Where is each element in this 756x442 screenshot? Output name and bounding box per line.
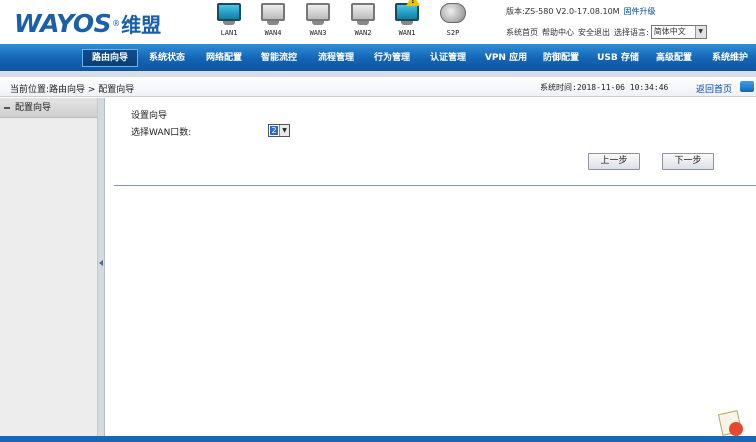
language-select[interactable]: 简体中文 ▼ <box>650 25 707 39</box>
port-wan3[interactable]: WAN3 <box>303 3 333 39</box>
port-label: WAN1 <box>398 29 416 37</box>
nav-item-auth-mgmt[interactable]: 认证管理 <box>422 50 474 66</box>
port-label: WAN4 <box>264 29 282 37</box>
wizard-title: 设置向导 <box>131 111 168 121</box>
port-label: S2P <box>446 29 460 37</box>
wan-count-select[interactable]: 2 ▼ <box>268 124 290 137</box>
s2p-icon <box>440 3 466 23</box>
version-line: 版本:ZS-580 V2.0-17.08.10M 固件升级 <box>506 6 656 17</box>
logout-link[interactable]: 安全退出 <box>578 27 610 38</box>
main-nav: 路由向导 系统状态 网络配置 智能流控 流程管理 行为管理 认证管理 VPN 应… <box>0 44 756 71</box>
wayos-logo: WAYOS ® 维盟 <box>14 8 161 38</box>
next-step-button[interactable]: 下一步 <box>662 153 714 170</box>
wan-count-label: 选择WAN口数: <box>131 128 192 138</box>
sidebar-item-config-wizard[interactable]: 配置向导 <box>0 98 97 118</box>
logo-reg-mark: ® <box>112 18 121 28</box>
language-selected-value: 简体中文 <box>653 27 686 36</box>
firmware-version: 版本:ZS-580 V2.0-17.08.10M <box>506 7 620 16</box>
main-content: 设置向导 选择WAN口数: 2 ▼ 上一步 下一步 <box>106 98 756 436</box>
nav-item-smart-flow[interactable]: 智能流控 <box>254 50 304 66</box>
divider <box>114 185 756 186</box>
monitor-icon <box>351 3 375 21</box>
breadcrumb-bar: 当前位置:路由向导 > 配置向导 系统时间:2018-11-06 10:34:4… <box>0 77 756 97</box>
prev-step-button[interactable]: 上一步 <box>588 153 640 170</box>
port-wan2[interactable]: WAN2 <box>348 3 378 39</box>
nav-item-route-wizard[interactable]: 路由向导 <box>82 49 138 67</box>
port-wan4[interactable]: WAN4 <box>258 3 288 39</box>
back-home-icon[interactable] <box>740 81 754 92</box>
port-lan1[interactable]: LAN1 <box>214 3 244 39</box>
nav-item-system-maintenance[interactable]: 系统维护 <box>704 50 756 66</box>
nav-item-network-config[interactable]: 网络配置 <box>198 50 250 66</box>
port-label: LAN1 <box>220 29 238 37</box>
chevron-down-icon: ▼ <box>279 125 289 136</box>
collapse-arrow-icon[interactable] <box>99 260 103 266</box>
wan-count-value: 2 <box>270 126 278 135</box>
header: WAYOS ® 维盟 LAN1 WAN4 WAN3 WAN2 ! WAN1 S2P … <box>0 0 756 44</box>
nav-item-behavior-mgmt[interactable]: 行为管理 <box>366 50 418 66</box>
help-center-link[interactable]: 帮助中心 <box>542 27 574 38</box>
system-time: 系统时间:2018-11-06 10:34:46 <box>540 83 669 92</box>
nav-item-vpn[interactable]: VPN 应用 <box>478 50 534 66</box>
nav-item-usb-storage[interactable]: USB 存储 <box>590 50 646 66</box>
monitor-icon: ! <box>395 0 420 21</box>
nav-item-system-status[interactable]: 系统状态 <box>142 50 192 66</box>
port-label: WAN3 <box>309 29 327 37</box>
logo-brand: WAYOS <box>14 8 112 38</box>
header-links: 系统首页 帮助中心 安全退出 选择语言: 简体中文 ▼ <box>506 25 707 39</box>
firmware-upgrade-link[interactable]: 固件升级 <box>624 7 656 16</box>
back-home-link[interactable]: 返回首页 <box>696 82 732 95</box>
collapse-icon <box>4 106 10 109</box>
port-s2p[interactable]: S2P <box>438 3 468 39</box>
port-wan1[interactable]: ! WAN1 <box>392 0 422 39</box>
monitor-icon <box>306 3 330 21</box>
port-label: WAN2 <box>354 29 372 37</box>
sidebar-splitter[interactable] <box>98 98 105 436</box>
warning-icon: ! <box>406 0 420 6</box>
nav-item-advanced-config[interactable]: 高级配置 <box>648 50 700 66</box>
sidebar-item-label: 配置向导 <box>15 103 52 113</box>
monitor-icon <box>217 3 241 21</box>
monitor-icon <box>261 3 285 21</box>
sidebar: 配置向导 <box>0 98 98 436</box>
nav-item-process-mgmt[interactable]: 流程管理 <box>310 50 362 66</box>
notes-icon[interactable] <box>716 410 746 438</box>
bottom-bar <box>0 436 756 442</box>
home-page-link[interactable]: 系统首页 <box>506 27 538 38</box>
chevron-down-icon: ▼ <box>694 26 706 38</box>
logo-brand-cn: 维盟 <box>121 12 162 37</box>
breadcrumb: 当前位置:路由向导 > 配置向导 <box>10 85 135 95</box>
nav-item-defense-config[interactable]: 防御配置 <box>536 50 586 66</box>
language-label: 选择语言: <box>614 27 649 37</box>
